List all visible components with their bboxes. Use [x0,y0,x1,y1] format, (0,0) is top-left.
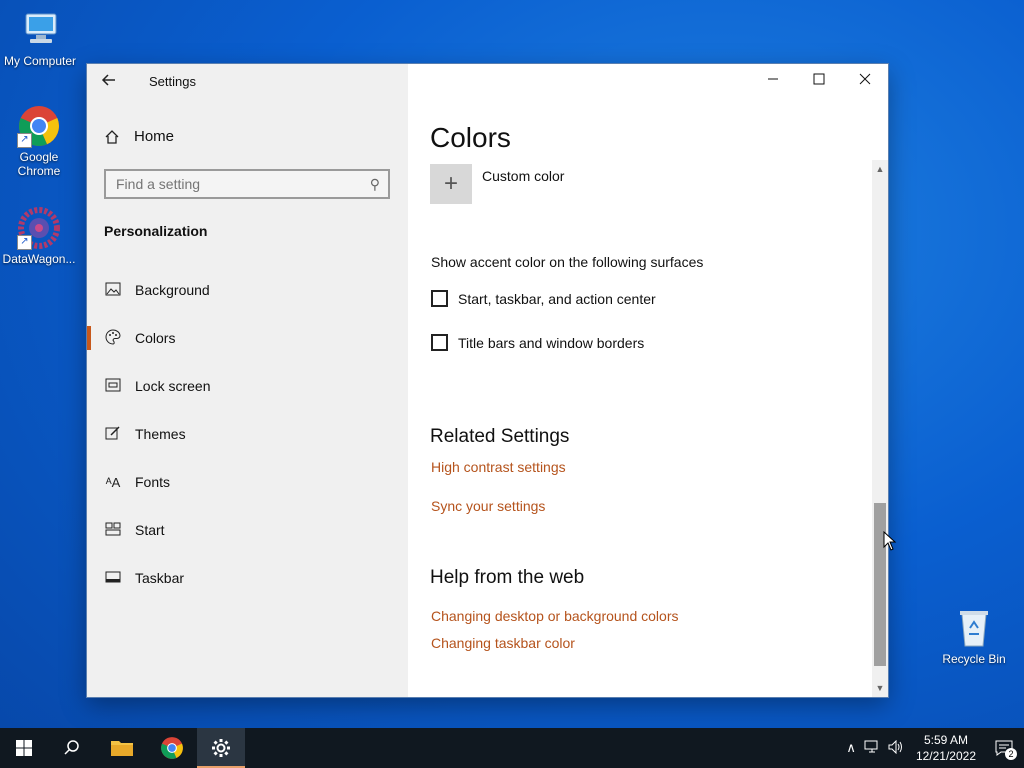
shortcut-arrow-icon: ↗ [17,235,32,250]
palette-icon [104,328,122,348]
chevron-up-icon[interactable]: ∧ [846,740,856,756]
back-button[interactable] [101,72,121,90]
gear-icon [212,739,230,757]
settings-window: Settings Home ⚲ Personalization Backgrou… [87,64,888,697]
chrome-icon [161,737,183,759]
desktop-icon-recycle-bin[interactable]: Recycle Bin [934,606,1014,666]
window-controls [750,64,888,98]
font-icon: ᴬA [105,474,121,490]
taskbar: ∧ 5:59 AM 12/21/2022 2 [0,728,1024,768]
maximize-button[interactable] [796,64,842,98]
nav-item-lock-screen[interactable]: Lock screen [87,362,408,410]
home-label: Home [134,128,175,145]
search-icon: ⚲ [369,176,380,192]
link-changing-taskbar-color[interactable]: Changing taskbar color [431,635,575,651]
checkbox-title-bars[interactable]: Title bars and window borders [431,334,644,351]
link-sync-settings[interactable]: Sync your settings [431,498,545,514]
search-button[interactable] [48,728,96,768]
custom-color-label: Custom color [482,168,565,184]
checkbox-label: Start, taskbar, and action center [458,290,656,307]
checkbox-box[interactable] [431,290,448,307]
recycle-bin-icon [952,606,996,650]
nav-item-colors[interactable]: Colors [87,314,408,362]
page-title: Colors [430,122,511,153]
search-icon [64,740,79,755]
close-button[interactable] [842,64,888,98]
start-icon [104,522,122,539]
desktop-icon-datawagon[interactable]: ↗ DataWagon... [0,206,79,266]
link-high-contrast-settings[interactable]: High contrast settings [431,459,566,475]
volume-icon[interactable] [888,739,904,757]
brush-icon [104,425,122,444]
windows-logo-icon [16,740,32,756]
plus-icon: + [430,164,472,204]
nav-label: Start [135,522,165,538]
app-title: Settings [149,74,196,89]
nav-label: Colors [135,330,176,346]
scroll-up-icon[interactable]: ▲ [872,162,888,176]
start-button[interactable] [0,728,48,768]
action-center-button[interactable]: 2 [984,728,1024,768]
chrome-taskbar-button[interactable] [148,728,196,768]
picture-icon [104,282,122,299]
nav-label: Taskbar [135,570,185,586]
checkbox-box[interactable] [431,334,448,351]
clock-date: 12/21/2022 [915,749,976,763]
nav-item-taskbar[interactable]: Taskbar [87,554,408,602]
nav-label: Themes [135,426,186,442]
taskbar-icon [104,570,122,587]
desktop-icon-my-computer[interactable]: My Computer [0,8,80,68]
checkbox-start-taskbar[interactable]: Start, taskbar, and action center [431,290,656,307]
nav-item-background[interactable]: Background [87,266,408,314]
minimize-button[interactable] [750,64,796,98]
section-title: Personalization [104,223,208,239]
nav-label: Fonts [135,474,171,490]
settings-taskbar-button[interactable] [197,728,245,768]
nav-label: Background [135,282,210,298]
clock[interactable]: 5:59 AM 12/21/2022 [916,732,976,764]
desktop-icon-google-chrome[interactable]: ↗ Google Chrome [0,104,79,178]
desktop-icon-label: My Computer [3,54,77,68]
close-icon [859,72,871,90]
nav-item-fonts[interactable]: ᴬA Fonts [87,458,408,506]
notification-badge: 2 [1005,748,1017,760]
titlebar: Settings [87,64,408,98]
clock-time: 5:59 AM [923,733,968,747]
nav-label: Lock screen [135,378,211,394]
chrome-icon: ↗ [17,104,61,148]
desktop-icon-label: Recycle Bin [942,652,1006,666]
nav-item-themes[interactable]: Themes [87,410,408,458]
datawagon-icon: ↗ [17,206,61,250]
folder-icon [111,741,133,756]
search-box[interactable]: ⚲ [104,169,390,199]
settings-nav: Background Colors Lock screen Themes ᴬA … [87,266,408,602]
system-tray: ∧ 5:59 AM 12/21/2022 2 [842,728,1024,768]
settings-content: Colors + Custom color Show accent color … [408,64,888,697]
home-link[interactable]: Home [104,128,174,145]
checkbox-label: Title bars and window borders [458,334,645,351]
scroll-down-icon[interactable]: ▼ [872,681,888,695]
scrollbar[interactable]: ▲ ▼ [872,160,888,697]
accent-surfaces-label: Show accent color on the following surfa… [431,254,704,270]
search-input[interactable] [106,171,366,197]
related-settings-heading: Related Settings [430,426,570,447]
scrollbar-thumb[interactable] [874,503,886,666]
home-icon [105,129,119,144]
shortcut-arrow-icon: ↗ [17,133,32,148]
file-explorer-button[interactable] [98,728,146,768]
lock-screen-icon [104,378,122,395]
nav-item-start[interactable]: Start [87,506,408,554]
desktop-icon-label: DataWagon... [2,252,76,266]
link-changing-desktop-colors[interactable]: Changing desktop or background colors [431,608,679,624]
computer-icon [18,8,62,52]
help-web-heading: Help from the web [430,567,585,588]
minimize-icon [767,72,779,90]
custom-color-button[interactable]: + Custom color [430,164,564,204]
maximize-icon [813,72,825,90]
network-icon[interactable] [864,740,880,757]
settings-sidebar: Settings Home ⚲ Personalization Backgrou… [87,64,408,697]
back-arrow-icon [101,74,115,86]
desktop-icon-label: Google Chrome [17,150,61,178]
